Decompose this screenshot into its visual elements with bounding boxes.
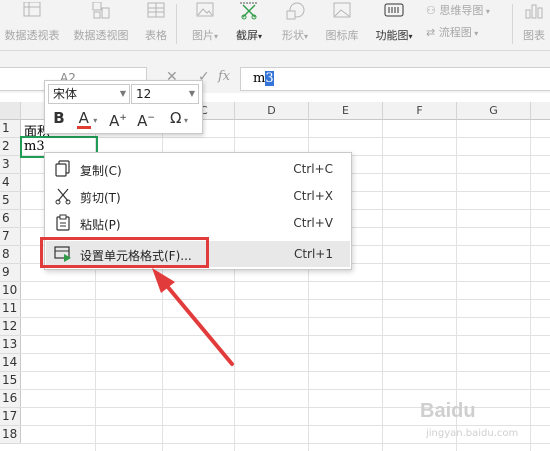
watermark-logo: Baidu [420,400,476,422]
watermark-url: jingyan.baidu.com [426,428,519,439]
annotation-arrow [152,268,234,366]
watermark: Baidu jingyan.baidu.com [420,400,550,448]
